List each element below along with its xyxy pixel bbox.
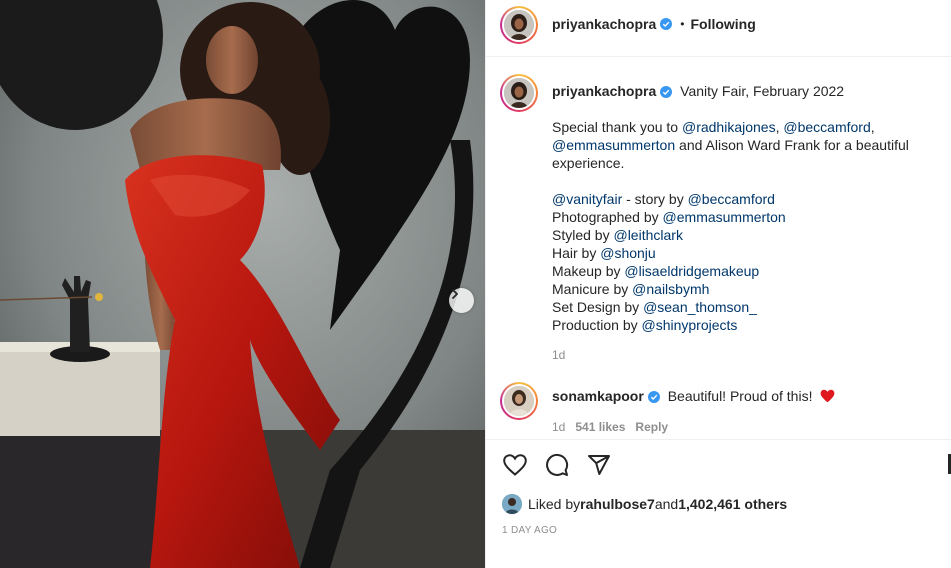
credit-line: Makeup by @lisaeldridgemakeup [552, 262, 942, 280]
chevron-right-icon [452, 289, 458, 299]
like-button[interactable] [502, 452, 528, 478]
comment-username[interactable]: sonamkapoor [552, 388, 644, 404]
credit-text: Styled by [552, 227, 614, 243]
mention-link[interactable]: @emmasummerton [552, 137, 675, 153]
post-age[interactable]: 1 DAY AGO [502, 525, 557, 536]
comment-likes[interactable]: 541 likes [575, 420, 625, 434]
avatar[interactable] [500, 382, 538, 420]
share-icon [588, 455, 610, 475]
comment-row: sonamkapoor Beautiful! Proud of this! 1d… [486, 378, 951, 438]
mention-link[interactable]: @leithclark [613, 227, 682, 243]
avatar[interactable] [500, 6, 538, 44]
instagram-post: priyankachopra • Following priyankachopr… [0, 0, 951, 568]
mention-link[interactable]: @beccamford [783, 119, 870, 135]
credit-line: Styled by @leithclark [552, 226, 942, 244]
mention-link[interactable]: @sean_thomson_ [643, 299, 757, 315]
credit-text: Hair by [552, 245, 601, 261]
credit-text: Production by [552, 317, 642, 333]
red-heart-icon [820, 389, 835, 403]
caption-username[interactable]: priyankachopra [552, 83, 656, 99]
credit-line: Production by @shinyprojects [552, 316, 942, 334]
liked-by-user[interactable]: rahulbose7 [580, 496, 655, 512]
credit-line: @vanityfair - story by @beccamford [552, 190, 942, 208]
verified-badge-icon [660, 86, 673, 98]
heart-icon [503, 454, 527, 476]
reply-button[interactable]: Reply [635, 420, 668, 434]
credit-text: Makeup by [552, 263, 625, 279]
credit-line: Photographed by @emmasummerton [552, 208, 942, 226]
likes-count[interactable]: 1,402,461 others [678, 496, 787, 512]
likes-and: and [654, 496, 679, 512]
caption-text: priyankachopra Vanity Fair, February 202… [552, 82, 942, 334]
verified-badge-icon [660, 18, 673, 30]
photo-illustration [0, 0, 485, 568]
caption-thanks-prefix: Special thank you to [552, 119, 682, 135]
comment-button[interactable] [544, 452, 570, 478]
avatar[interactable] [500, 74, 538, 112]
mention-link[interactable]: @beccamford [688, 191, 775, 207]
mention-link[interactable]: @shinyprojects [642, 317, 738, 333]
mention-link[interactable]: @lisaeldridgemakeup [624, 263, 759, 279]
caption-timestamp[interactable]: 1d [552, 348, 565, 362]
caption-credits: @vanityfair - story by @beccamford Photo… [552, 190, 942, 334]
credit-text: - story by [622, 191, 688, 207]
credit-line: Set Design by @sean_thomson_ [552, 298, 942, 316]
action-icons [502, 452, 612, 478]
mention-link[interactable]: @emmasummerton [663, 209, 786, 225]
credit-line: Manicure by @nailsbymh [552, 280, 942, 298]
mention-link[interactable]: @radhikajones [682, 119, 776, 135]
likes-prefix: Liked by [528, 496, 581, 512]
likes-summary: Liked by rahulbose7 and 1,402,461 others [502, 494, 787, 514]
comment-body: Beautiful! Proud of this! [667, 388, 813, 404]
avatar[interactable] [502, 494, 522, 514]
post-photo[interactable] [0, 0, 485, 568]
next-photo-button[interactable] [449, 288, 474, 313]
mention-link[interactable]: @vanityfair [552, 191, 622, 207]
mention-link[interactable]: @shonju [600, 245, 655, 261]
credit-text: Photographed by [552, 209, 663, 225]
following-button[interactable]: Following [690, 16, 755, 32]
comma: , [870, 119, 875, 135]
post-actions: Liked by rahulbose7 and 1,402,461 others… [486, 439, 951, 568]
post-side-panel: priyankachopra • Following priyankachopr… [485, 0, 951, 568]
caption-title: Vanity Fair, February 2022 [680, 83, 845, 99]
comment-time[interactable]: 1d [552, 420, 565, 434]
comment-icon [546, 453, 569, 476]
credit-line: Hair by @shonju [552, 244, 942, 262]
caption-thanks: Special thank you to @radhikajones, @bec… [552, 118, 942, 172]
comment-text: sonamkapoor Beautiful! Proud of this! [552, 387, 835, 405]
post-header: priyankachopra • Following [486, 0, 951, 57]
share-button[interactable] [586, 452, 612, 478]
credit-text: Set Design by [552, 299, 644, 315]
comment-meta: 1d 541 likes Reply [552, 420, 668, 434]
mention-link[interactable]: @nailsbymh [632, 281, 709, 297]
credit-text: Manicure by [552, 281, 633, 297]
header-username[interactable]: priyankachopra [552, 16, 656, 32]
verified-badge-icon [647, 391, 660, 403]
separator-dot: • [680, 17, 685, 31]
